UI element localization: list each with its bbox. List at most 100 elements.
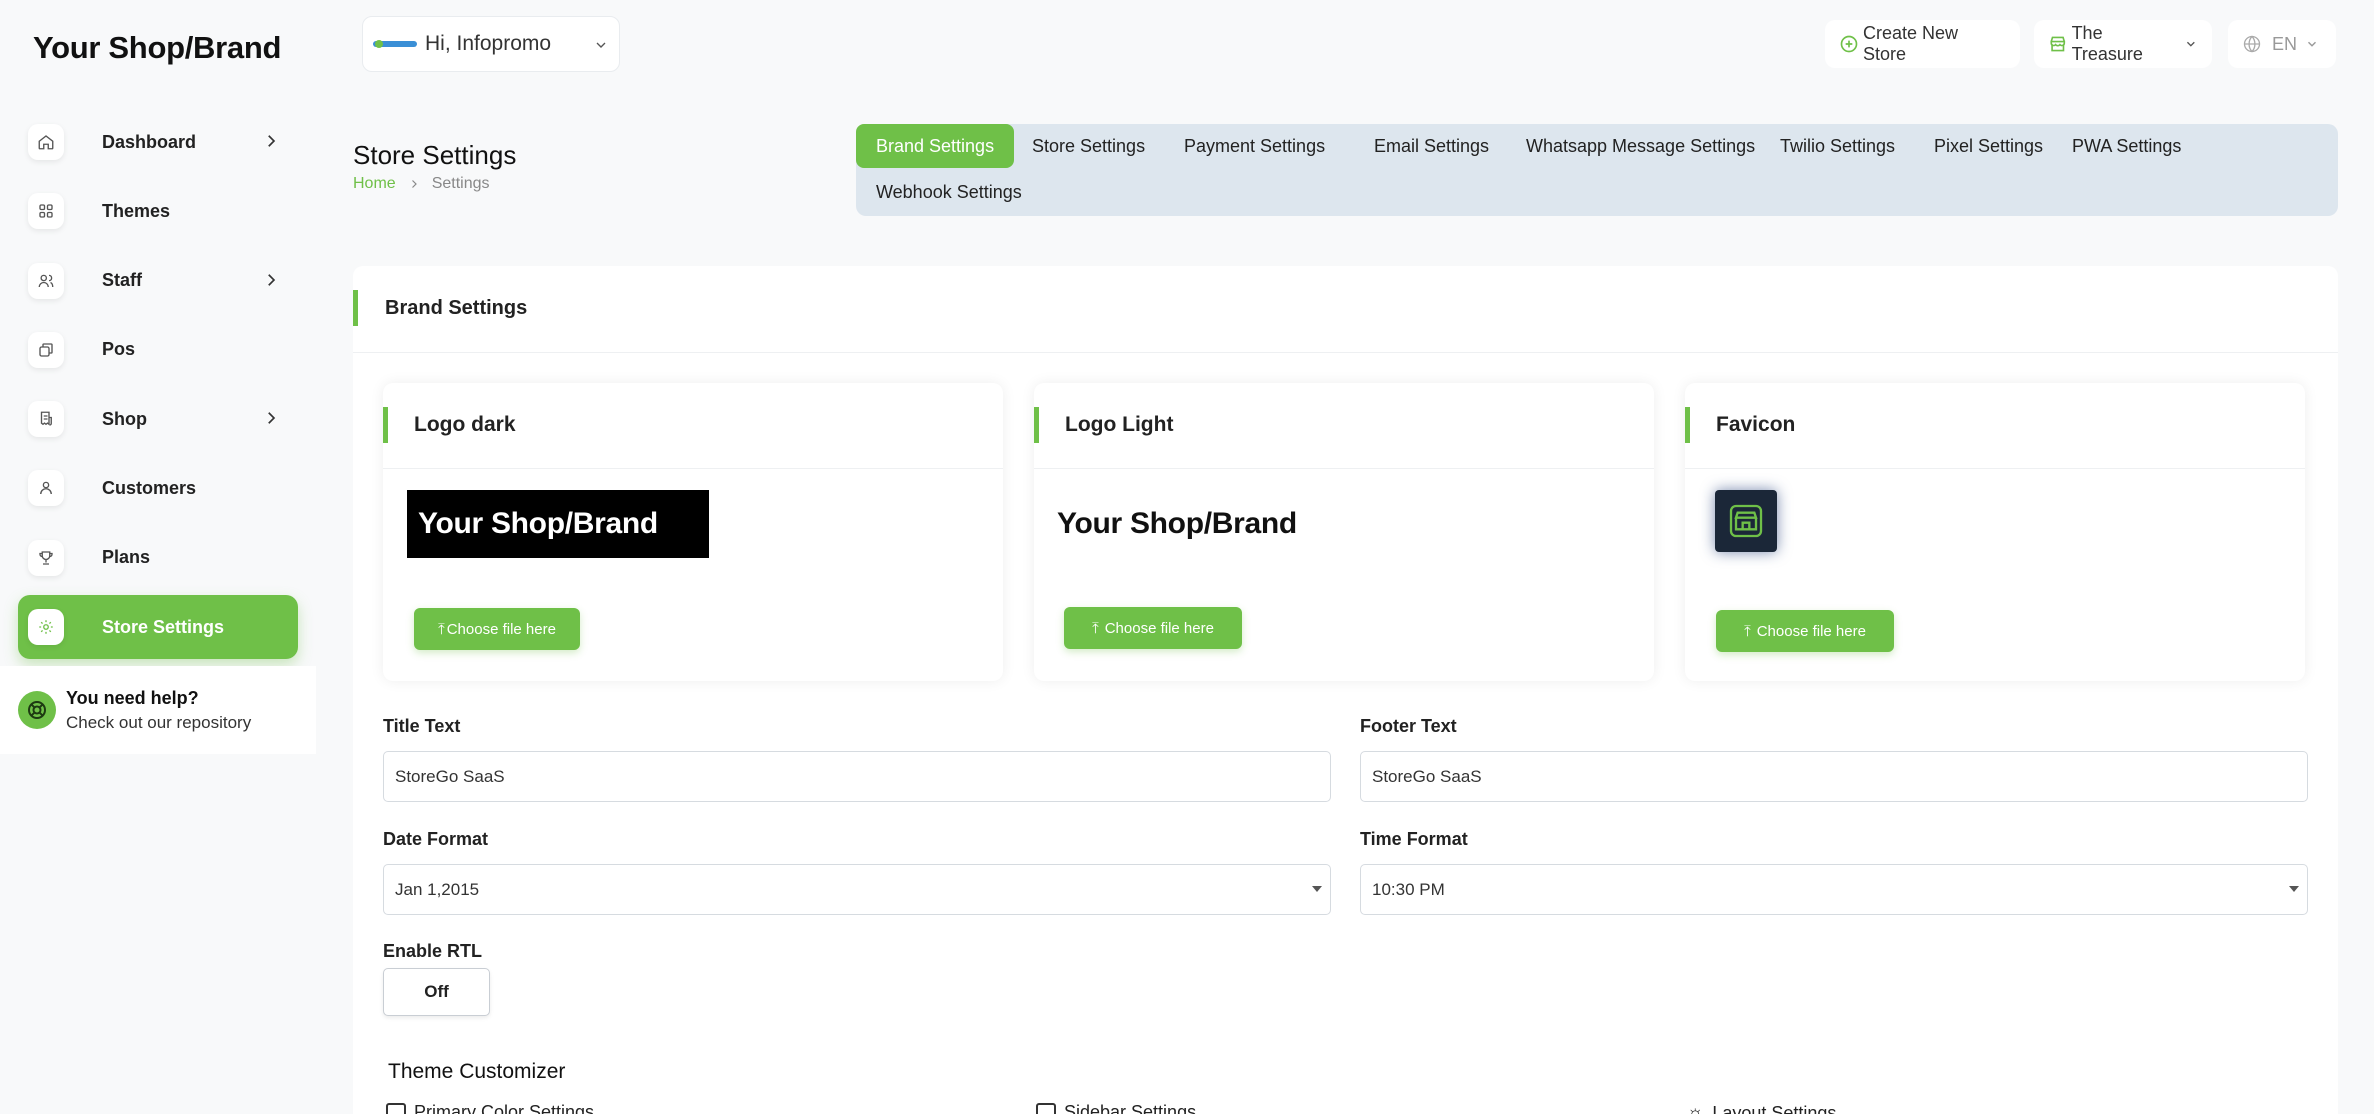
title-text-label: Title Text bbox=[383, 716, 461, 736]
trophy-icon bbox=[28, 539, 64, 576]
tab-twilio-settings[interactable]: Twilio Settings bbox=[1760, 124, 1915, 168]
tab-pixel-settings[interactable]: Pixel Settings bbox=[1914, 124, 2063, 168]
store-name: The Treasure bbox=[2071, 23, 2143, 64]
logo-dark-preview: Your Shop/Brand bbox=[407, 490, 709, 558]
tab-pwa-settings[interactable]: PWA Settings bbox=[2052, 124, 2201, 168]
gear-icon bbox=[28, 609, 64, 646]
card-title: Brand Settings bbox=[353, 290, 527, 326]
divider bbox=[353, 352, 2338, 353]
choose-favicon-button[interactable]: ⤒ Choose file here bbox=[1716, 610, 1894, 652]
create-store-button[interactable]: Create New Store bbox=[1825, 20, 2020, 68]
sidebar: Your Shop/Brand Dashboard Themes Staff P… bbox=[0, 0, 316, 1114]
user-icon bbox=[28, 470, 64, 507]
tab-brand-settings[interactable]: Brand Settings bbox=[856, 124, 1015, 168]
customizer-item-label: Sidebar Settings bbox=[1064, 1102, 1197, 1114]
footer-text-label: Footer Text bbox=[1360, 716, 1457, 736]
sidebar-item-label: Dashboard bbox=[102, 131, 197, 152]
lifebuoy-icon bbox=[18, 691, 56, 729]
globe-icon bbox=[2243, 35, 2261, 53]
sidebar-item-label: Shop bbox=[102, 408, 147, 429]
choose-file-label: Choose file here bbox=[446, 620, 556, 638]
logo-light-title: Logo Light bbox=[1034, 407, 1173, 443]
sidebar-item-plans[interactable]: Plans bbox=[18, 526, 298, 590]
sidebar-item-pos[interactable]: Pos bbox=[18, 318, 298, 382]
chevron-right-icon bbox=[268, 412, 276, 425]
date-format-select[interactable]: Jan 1,2015 bbox=[383, 864, 1331, 915]
caret-down-icon bbox=[1312, 886, 1322, 892]
divider bbox=[1685, 468, 2305, 469]
grid-icon bbox=[28, 193, 64, 230]
sidebar-item-themes[interactable]: Themes bbox=[18, 179, 298, 243]
user-menu[interactable]: Hi, Infopromo bbox=[362, 16, 620, 72]
credit-card-icon bbox=[386, 1102, 406, 1114]
sidebar-settings[interactable]: Sidebar Settings bbox=[1036, 1102, 1196, 1114]
plus-circle-icon bbox=[1840, 35, 1858, 53]
sidebar-item-staff[interactable]: Staff bbox=[18, 249, 298, 313]
help-title: You need help? bbox=[66, 687, 199, 708]
tab-payment-settings[interactable]: Payment Settings bbox=[1164, 124, 1345, 168]
chevron-right-icon bbox=[411, 180, 417, 188]
create-store-label: Create New Store bbox=[1863, 23, 1959, 64]
sidebar-item-customers[interactable]: Customers bbox=[18, 456, 298, 520]
sidebar-nav: Dashboard Themes Staff Pos Shop Customer… bbox=[18, 110, 298, 664]
logo-light-card: Logo Light Your Shop/Brand ⤒ Choose file … bbox=[1034, 383, 1654, 681]
sidebar-item-store-settings[interactable]: Store Settings bbox=[18, 595, 298, 660]
tab-whatsapp-settings[interactable]: Whatsapp Message Settings bbox=[1506, 124, 1775, 168]
settings-tabs: Brand Settings Store Settings Payment Se… bbox=[856, 124, 2338, 216]
sidebar-item-dashboard[interactable]: Dashboard bbox=[18, 110, 298, 174]
breadcrumb: Home Settings bbox=[353, 175, 490, 193]
store-icon bbox=[1729, 504, 1763, 538]
sidebar-item-shop[interactable]: Shop bbox=[18, 387, 298, 451]
choose-logo-dark-button[interactable]: ⤒ Choose file here bbox=[414, 608, 580, 650]
help-text: You need help? Check out our repository bbox=[66, 688, 251, 733]
sidebar-item-label: Themes bbox=[102, 200, 171, 221]
upload-icon: ⤒ bbox=[1744, 622, 1751, 640]
home-icon bbox=[28, 124, 64, 160]
store-icon bbox=[2050, 36, 2066, 52]
upload-icon: ⤒ bbox=[1092, 619, 1099, 637]
choose-logo-light-button[interactable]: ⤒ Choose file here bbox=[1064, 607, 1242, 649]
footer-text-input[interactable]: StoreGo SaaS bbox=[1360, 751, 2308, 802]
choose-file-label: Choose file here bbox=[1104, 619, 1214, 637]
logo-dark-title: Logo dark bbox=[383, 407, 516, 443]
users-icon bbox=[28, 262, 64, 299]
company-logo-icon bbox=[373, 40, 417, 48]
favicon-title: Favicon bbox=[1685, 407, 1795, 443]
logo-dark-card: Logo dark Your Shop/Brand ⤒ Choose file h… bbox=[383, 383, 1003, 681]
tab-webhook-settings[interactable]: Webhook Settings bbox=[856, 170, 1042, 214]
language-code: EN bbox=[2272, 33, 2298, 54]
favicon-card: Favicon ⤒ Choose file here bbox=[1685, 383, 2305, 681]
layers-icon bbox=[28, 331, 64, 368]
brand-settings-card: Brand Settings Logo dark Your Shop/Brand… bbox=[353, 266, 2338, 1114]
rtl-toggle[interactable]: Off bbox=[383, 968, 490, 1016]
sidebar-item-label: Plans bbox=[102, 547, 151, 568]
title-text-input[interactable]: StoreGo SaaS bbox=[383, 751, 1331, 802]
theme-customizer-title: Theme Customizer bbox=[388, 1060, 566, 1083]
chevron-down-icon bbox=[2308, 41, 2317, 47]
upload-icon: ⤒ bbox=[438, 620, 445, 638]
brand-logo[interactable]: Your Shop/Brand bbox=[33, 30, 281, 66]
choose-file-label: Choose file here bbox=[1756, 622, 1866, 640]
chevron-down-icon bbox=[596, 42, 606, 48]
tab-store-settings[interactable]: Store Settings bbox=[1012, 124, 1165, 168]
sidebar-layout-icon bbox=[1036, 1102, 1056, 1114]
time-format-select[interactable]: 10:30 PM bbox=[1360, 864, 2308, 915]
rtl-label: Enable RTL bbox=[383, 941, 483, 961]
breadcrumb-home[interactable]: Home bbox=[353, 175, 396, 193]
store-switcher[interactable]: The Treasure bbox=[2034, 20, 2212, 68]
sidebar-item-label: Staff bbox=[102, 270, 142, 291]
sidebar-item-label: Customers bbox=[102, 477, 197, 498]
caret-down-icon bbox=[2289, 886, 2299, 892]
help-box[interactable]: You need help? Check out our repository bbox=[0, 666, 316, 754]
tab-email-settings[interactable]: Email Settings bbox=[1354, 124, 1509, 168]
user-greeting: Hi, Infopromo bbox=[425, 32, 552, 55]
logo-light-preview: Your Shop/Brand bbox=[1057, 507, 1297, 540]
language-switcher[interactable]: EN bbox=[2228, 20, 2336, 68]
primary-color-settings[interactable]: Primary Color Settings bbox=[386, 1102, 594, 1114]
help-subtitle[interactable]: Check out our repository bbox=[66, 713, 251, 733]
date-format-value: Jan 1,2015 bbox=[395, 880, 480, 899]
page-title: Store Settings bbox=[353, 140, 517, 170]
receipt-icon bbox=[28, 401, 64, 438]
divider bbox=[383, 468, 1003, 469]
layout-settings[interactable]: ☼ Layout Settings bbox=[1686, 1102, 1836, 1114]
